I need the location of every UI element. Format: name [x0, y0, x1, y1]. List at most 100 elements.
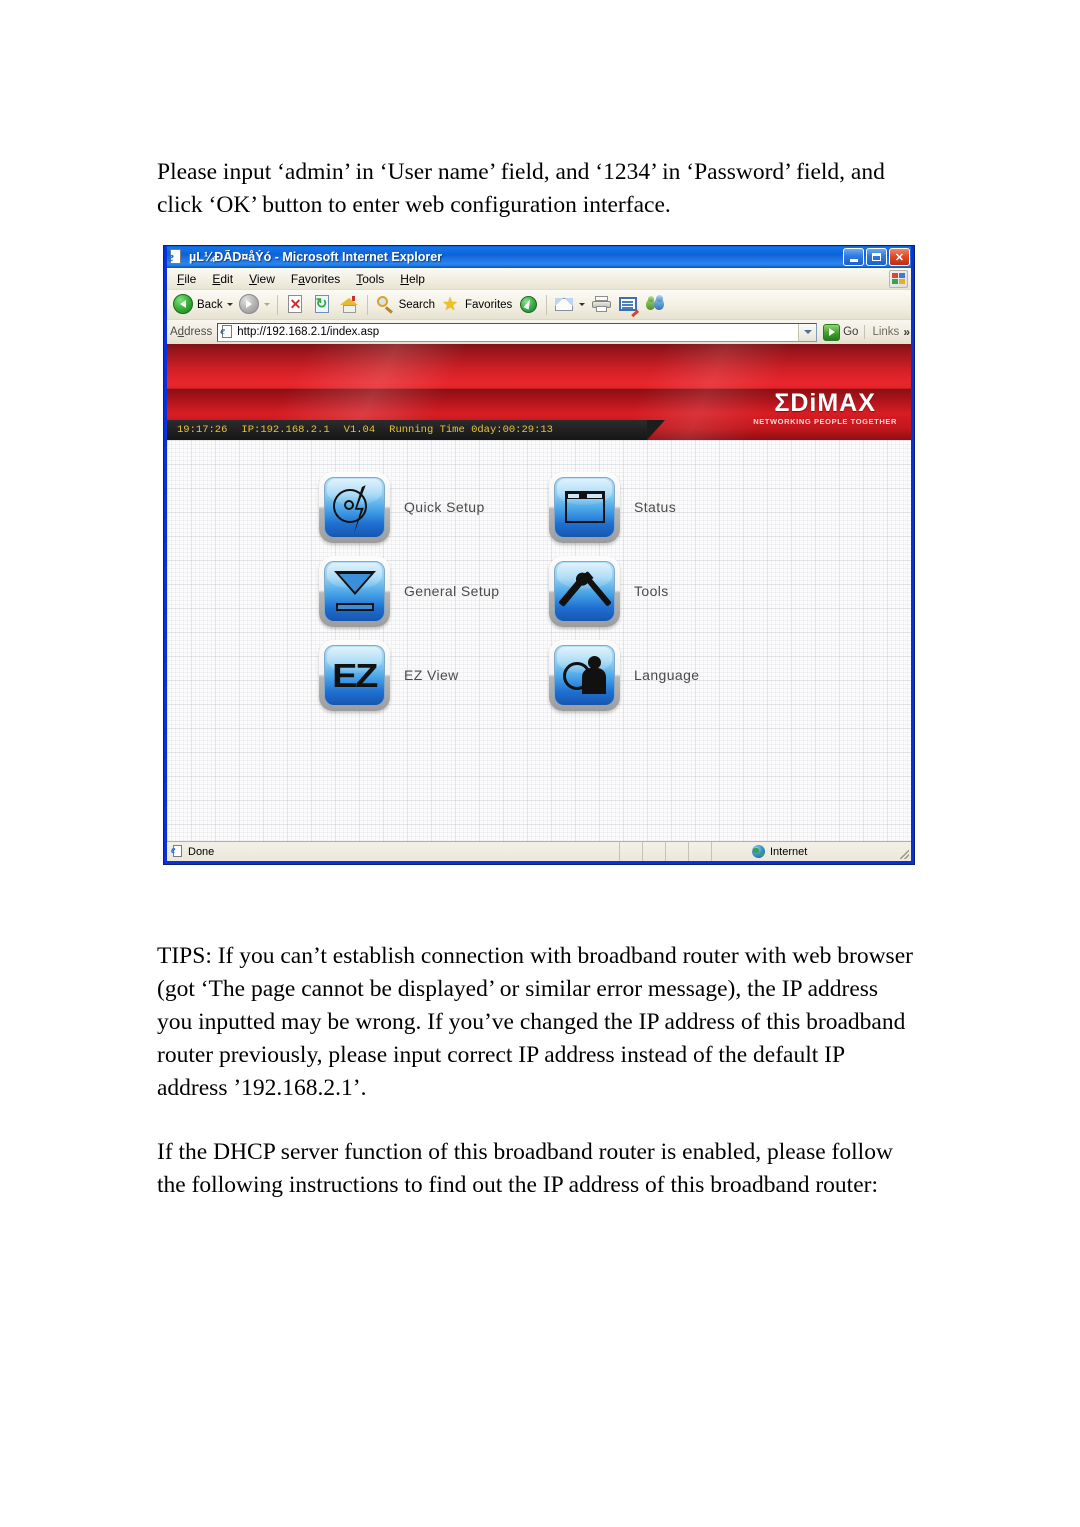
- close-button[interactable]: ✕: [889, 248, 910, 266]
- tools-icon: [557, 570, 612, 612]
- router-status-strip: 19:17:26 IP:192.168.2.1 V1.04 Running Ti…: [167, 420, 665, 440]
- tips-paragraph: TIPS: If you can’t establish connection …: [157, 942, 913, 1101]
- router-menu-area: Quick Setup Status General Setup Tools E…: [167, 440, 911, 843]
- edit-icon: [618, 294, 640, 317]
- edimax-logo: ΣDiMAX NETWORKING PEOPLE TOGETHER: [753, 390, 897, 426]
- favorites-button[interactable]: ★ Favorites: [438, 293, 515, 317]
- title-bar: e µL¼ÐÃD¤åÝó - Microsoft Internet Explor…: [164, 246, 914, 268]
- status-icon: [564, 491, 605, 523]
- forward-icon: [238, 294, 260, 315]
- menu-label-general-setup: General Setup: [404, 583, 500, 599]
- menu-item-help[interactable]: Help: [392, 270, 433, 288]
- mail-dropdown-icon[interactable]: [579, 303, 586, 306]
- menu-item-tools[interactable]: Tools: [549, 549, 779, 633]
- messenger-button[interactable]: [642, 293, 669, 317]
- internet-zone-icon: [752, 845, 765, 858]
- address-input[interactable]: e http://192.168.2.1/index.asp: [217, 322, 818, 342]
- favorites-button-label: Favorites: [465, 298, 513, 311]
- menu-label-status: Status: [634, 499, 677, 515]
- intro-paragraph: Please input ‘admin’ in ‘User name’ fiel…: [157, 158, 885, 218]
- menu-item-ez-view[interactable]: EZ EZ View: [319, 633, 549, 717]
- window-title: µL¼ÐÃD¤åÝó - Microsoft Internet Explorer: [189, 250, 443, 264]
- internet-explorer-icon: e: [168, 249, 184, 265]
- address-dropdown-icon[interactable]: [798, 323, 817, 341]
- menu-item-general-setup[interactable]: General Setup: [319, 549, 549, 633]
- links-label: Links: [872, 326, 900, 338]
- windows-flag-icon: [889, 270, 908, 288]
- browser-status-bar: e Done Internet: [167, 841, 911, 861]
- stop-icon: ✕: [287, 295, 302, 313]
- router-web-page: ΣDiMAX NETWORKING PEOPLE TOGETHER 19:17:…: [167, 344, 911, 843]
- security-zone-label: Internet: [770, 845, 808, 858]
- back-button[interactable]: Back: [170, 293, 236, 317]
- address-bar: Address e http://192.168.2.1/index.asp G…: [164, 320, 914, 345]
- go-arrow-icon: [823, 323, 841, 341]
- tools-button[interactable]: [549, 555, 620, 627]
- forward-dropdown-icon[interactable]: [263, 303, 270, 306]
- messenger-icon: [645, 294, 666, 315]
- menu-bar: File Edit View Favorites Tools Help: [164, 268, 914, 290]
- language-button[interactable]: [549, 639, 620, 711]
- home-icon: [339, 294, 360, 315]
- back-dropdown-icon[interactable]: [226, 303, 233, 306]
- menu-item-favorites[interactable]: Favorites: [283, 270, 348, 288]
- general-setup-button[interactable]: [319, 555, 390, 627]
- browser-window-screenshot: e µL¼ÐÃD¤åÝó - Microsoft Internet Explor…: [163, 245, 915, 865]
- back-icon: [173, 294, 194, 315]
- mail-button[interactable]: [551, 293, 588, 317]
- menu-item-quick-setup[interactable]: Quick Setup: [319, 465, 549, 549]
- menu-label-tools: Tools: [634, 583, 669, 599]
- back-button-label: Back: [197, 298, 223, 311]
- favorites-star-icon: ★: [442, 294, 459, 314]
- menu-label-language: Language: [634, 667, 700, 683]
- router-menu-grid: Quick Setup Status General Setup Tools E…: [319, 465, 779, 717]
- page-status-icon: e: [171, 844, 184, 859]
- resize-grip[interactable]: [897, 842, 911, 861]
- quick-setup-icon: [332, 487, 377, 527]
- chevron-right-icon[interactable]: »: [903, 325, 910, 339]
- status-pad-3: [666, 842, 689, 861]
- logo-wordmark: ΣDiMAX: [774, 389, 876, 417]
- status-message-text: Done: [188, 845, 215, 858]
- window-controls: ✕: [843, 248, 910, 266]
- go-button[interactable]: Go: [823, 323, 859, 341]
- go-label: Go: [843, 326, 859, 338]
- security-zone[interactable]: Internet: [712, 842, 897, 861]
- forward-button[interactable]: [236, 293, 273, 317]
- menu-item-view[interactable]: View: [241, 270, 283, 288]
- address-value: http://192.168.2.1/index.asp: [237, 326, 380, 338]
- page-icon: e: [220, 325, 234, 339]
- maximize-button[interactable]: [866, 248, 887, 266]
- menu-item-status[interactable]: Status: [549, 465, 779, 549]
- links-bar[interactable]: Links »: [864, 325, 914, 339]
- router-banner: ΣDiMAX NETWORKING PEOPLE TOGETHER 19:17:…: [167, 344, 911, 440]
- ez-view-icon: EZ: [332, 656, 379, 694]
- status-button[interactable]: [549, 471, 620, 543]
- menu-item-tools[interactable]: Tools: [348, 270, 392, 288]
- minimize-button[interactable]: [843, 248, 864, 266]
- ez-view-button[interactable]: EZ: [319, 639, 390, 711]
- stop-button[interactable]: ✕: [282, 293, 309, 317]
- status-pad-4: [689, 842, 712, 861]
- menu-item-language[interactable]: Language: [549, 633, 779, 717]
- status-time: 19:17:26: [177, 424, 228, 436]
- media-icon: [518, 294, 539, 315]
- logo-tagline: NETWORKING PEOPLE TOGETHER: [753, 417, 897, 426]
- status-pad-1: [620, 842, 643, 861]
- media-button[interactable]: [515, 293, 542, 317]
- status-version: V1.04: [343, 424, 376, 436]
- refresh-button[interactable]: ↻: [309, 293, 336, 317]
- toolbar-divider-3: [546, 294, 548, 315]
- search-button[interactable]: Search: [372, 293, 438, 317]
- home-button[interactable]: [336, 293, 363, 317]
- status-pad-2: [643, 842, 666, 861]
- menu-item-file[interactable]: File: [169, 270, 204, 288]
- refresh-icon: ↻: [314, 295, 329, 313]
- menu-label-quick-setup: Quick Setup: [404, 499, 485, 515]
- browser-toolbar: Back ✕ ↻ Search ★ Favorites: [164, 290, 914, 320]
- menu-item-edit[interactable]: Edit: [204, 270, 241, 288]
- edit-button[interactable]: [615, 293, 642, 317]
- address-label: Address: [170, 326, 213, 338]
- quick-setup-button[interactable]: [319, 471, 390, 543]
- print-button[interactable]: [588, 293, 615, 317]
